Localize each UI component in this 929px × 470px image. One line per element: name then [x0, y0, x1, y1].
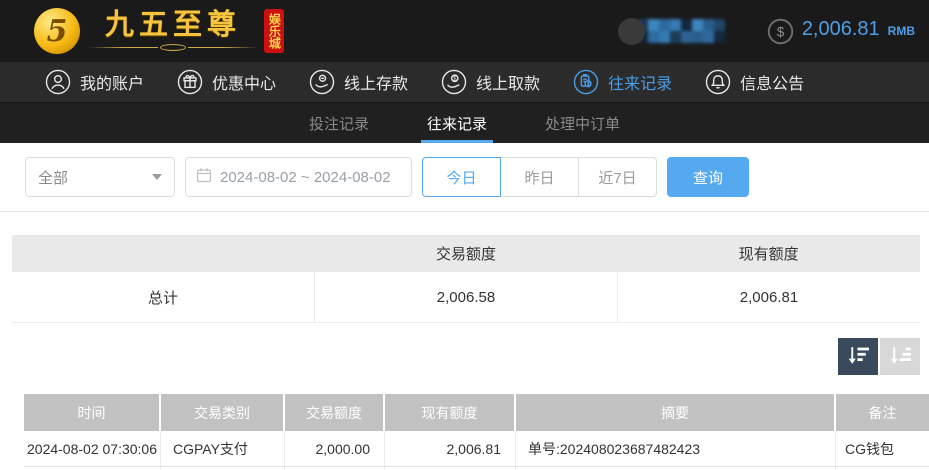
- nav-item-withdraw[interactable]: $ 线上取款: [441, 69, 540, 95]
- section-divider: [0, 211, 929, 212]
- row-balance: 2,006.81: [385, 431, 516, 466]
- search-button[interactable]: 查询: [667, 157, 749, 197]
- username-blurred-text: [636, 19, 725, 43]
- user-icon: [45, 69, 71, 95]
- main-nav: 我的账户 优惠中心 线上存款 $ 线上取款 往来记录 信息公告: [0, 62, 929, 103]
- brand-logo[interactable]: 5 九五至尊 娱乐城: [34, 8, 313, 54]
- withdraw-icon: $: [441, 69, 467, 95]
- nav-label: 往来记录: [608, 76, 673, 93]
- row-time: 2024-08-02 07:30:06: [24, 431, 161, 466]
- sort-ascending-icon: [888, 345, 913, 369]
- nav-label: 线上存款: [344, 76, 409, 93]
- date-range-input[interactable]: 2024-08-02 ~ 2024-08-02: [185, 157, 412, 197]
- sort-ascending-button[interactable]: [880, 338, 920, 375]
- nav-item-announcements[interactable]: 信息公告: [705, 69, 804, 95]
- col-header-summary: 摘要: [516, 394, 836, 431]
- tab-betting-records[interactable]: 投注记录: [303, 103, 375, 143]
- sort-descending-icon: [846, 345, 871, 369]
- row-amount: 2,000.00: [285, 431, 385, 466]
- col-header-time: 时间: [24, 394, 161, 431]
- col-header-balance: 现有额度: [385, 394, 516, 431]
- balance[interactable]: $ 2,006.81 RMB: [767, 18, 915, 45]
- table-row: 2024-08-02 07:30:06 CGPAY支付 2,000.00 2,0…: [24, 431, 929, 467]
- summary-total-current-amount: 2,006.81: [739, 288, 799, 306]
- summary-header-current-amount: 现有额度: [738, 246, 799, 263]
- col-header-amount: 交易额度: [285, 394, 385, 431]
- brand-monogram-icon: 5: [34, 8, 80, 54]
- last7days-button[interactable]: 近7日: [578, 157, 657, 197]
- nav-label: 信息公告: [740, 76, 805, 93]
- summary-total-transaction-amount: 2,006.58: [315, 272, 618, 322]
- yesterday-button[interactable]: 昨日: [500, 157, 579, 197]
- type-select-value: 全部: [38, 169, 69, 187]
- gift-icon: [177, 69, 203, 95]
- tab-pending-orders[interactable]: 处理中订单: [539, 103, 626, 143]
- col-header-type: 交易类别: [161, 394, 285, 431]
- deposit-icon: [309, 69, 335, 95]
- quick-range-group: 今日 昨日 近7日: [422, 157, 657, 197]
- avatar: [617, 17, 645, 45]
- calendar-icon: [196, 167, 212, 187]
- brand-flourish-icon: [88, 44, 258, 51]
- records-header-row: 时间 交易类别 交易额度 现有额度 摘要 备注: [24, 394, 929, 431]
- summary-header-row: 交易额度 现有额度: [12, 235, 920, 272]
- chevron-down-icon: [152, 174, 162, 180]
- sort-descending-button[interactable]: [838, 338, 878, 375]
- nav-item-deposit[interactable]: 线上存款: [309, 69, 408, 95]
- nav-label: 优惠中心: [212, 76, 277, 93]
- sub-tabs: 投注记录 往来记录 处理中订单: [0, 103, 929, 143]
- balance-amount: 2,006.81: [801, 17, 880, 40]
- svg-text:$: $: [777, 24, 785, 39]
- nav-label: 线上取款: [476, 76, 541, 93]
- date-range-value: 2024-08-02 ~ 2024-08-02: [220, 168, 391, 186]
- row-type: CGPAY支付: [161, 431, 285, 466]
- col-header-note: 备注: [868, 404, 897, 421]
- brand-name: 九五至尊: [104, 9, 241, 41]
- summary-header-empty: [12, 235, 315, 272]
- row-summary: 单号:202408023687482423: [516, 431, 836, 466]
- username-redacted[interactable]: [617, 17, 725, 45]
- records-table: 时间 交易类别 交易额度 现有额度 摘要 备注 2024-08-02 07:30…: [24, 394, 929, 470]
- sort-controls: [0, 338, 920, 375]
- summary-total-row: 总计 2,006.58 2,006.81: [12, 272, 920, 323]
- summary-header-transaction-amount: 交易额度: [436, 246, 497, 263]
- row-note: CG钱包: [845, 440, 894, 457]
- bell-icon: [705, 69, 731, 95]
- summary-total-label: 总计: [12, 272, 315, 322]
- topbar: 5 九五至尊 娱乐城 $ 2,006.81 RMB: [0, 0, 929, 62]
- brand-badge: 娱乐城: [264, 9, 285, 53]
- filter-bar: 全部 2024-08-02 ~ 2024-08-02 今日 昨日 近7日 查询: [0, 143, 929, 197]
- summary-table: 交易额度 现有额度 总计 2,006.58 2,006.81: [12, 235, 920, 323]
- nav-item-promotions[interactable]: 优惠中心: [177, 69, 276, 95]
- nav-label: 我的账户: [80, 76, 145, 93]
- tab-transaction-records[interactable]: 往来记录: [420, 103, 494, 143]
- balance-currency: RMB: [887, 23, 915, 38]
- nav-item-my-account[interactable]: 我的账户: [45, 69, 144, 95]
- type-select[interactable]: 全部: [25, 157, 175, 197]
- dollar-icon: $: [767, 18, 794, 45]
- records-icon: [573, 69, 599, 95]
- today-button[interactable]: 今日: [422, 157, 501, 197]
- nav-item-transactions[interactable]: 往来记录: [573, 69, 672, 95]
